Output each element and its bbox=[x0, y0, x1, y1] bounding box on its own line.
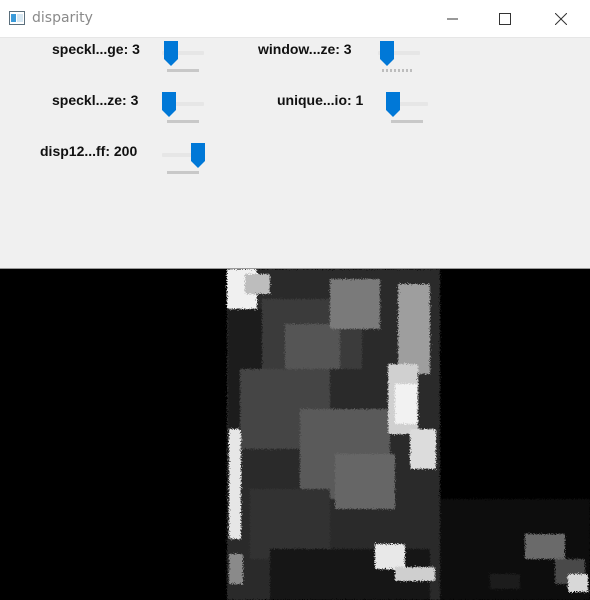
slider-tick-marks bbox=[167, 171, 199, 174]
trackbar-label-disp12-max-diff: disp12...ff: 200 bbox=[40, 143, 138, 159]
app-window-icon bbox=[9, 11, 25, 25]
slider-tick-marks bbox=[382, 69, 414, 72]
slider-thumb[interactable] bbox=[191, 143, 205, 168]
trackbar-label-uniqueness-ratio: unique...io: 1 bbox=[277, 92, 364, 108]
disparity-map-render bbox=[0, 269, 590, 600]
minimize-icon bbox=[447, 18, 458, 20]
maximize-icon bbox=[499, 13, 511, 25]
slider-thumb[interactable] bbox=[164, 41, 178, 66]
close-button[interactable] bbox=[538, 0, 584, 37]
window-title: disparity bbox=[32, 10, 93, 26]
trackbar-label-window-size: window...ze: 3 bbox=[258, 41, 352, 57]
slider-thumb[interactable] bbox=[386, 92, 400, 117]
maximize-button[interactable] bbox=[482, 0, 528, 37]
trackbar-label-speckle-window-size: speckl...ze: 3 bbox=[52, 92, 139, 108]
trackbar-label-speckle-range: speckl...ge: 3 bbox=[52, 41, 140, 57]
slider-thumb[interactable] bbox=[380, 41, 394, 66]
slider-thumb[interactable] bbox=[162, 92, 176, 117]
close-icon bbox=[555, 13, 567, 25]
trackbar-panel: speckl...ge: 3 window...ze: 3 speckl...z… bbox=[0, 38, 590, 269]
slider-tick-marks bbox=[391, 120, 423, 123]
title-bar[interactable]: disparity bbox=[0, 0, 590, 38]
disparity-image bbox=[0, 269, 590, 600]
minimize-button[interactable] bbox=[430, 0, 476, 37]
slider-tick-marks bbox=[167, 69, 199, 72]
slider-tick-marks bbox=[167, 120, 199, 123]
